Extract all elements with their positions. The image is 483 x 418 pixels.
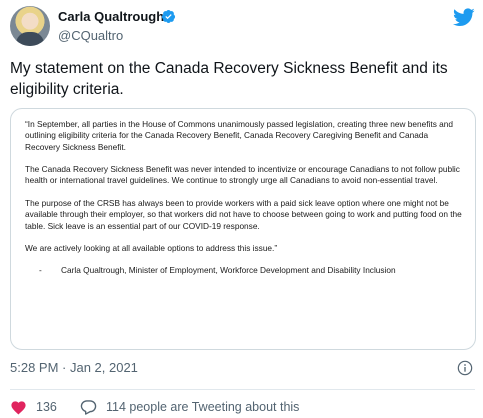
author-name[interactable]: Carla Qualtrough: [58, 9, 164, 24]
avatar-shirt: [16, 32, 44, 46]
like-count[interactable]: 136: [36, 400, 57, 414]
verified-icon: [161, 9, 176, 24]
statement-document: “In September, all parties in the House …: [25, 119, 465, 276]
reply-discussion-link[interactable]: 114 people are Tweeting about this: [106, 400, 299, 414]
tweet-timestamp[interactable]: 5:28 PM · Jan 2, 2021: [10, 360, 138, 375]
twitter-bird-icon[interactable]: [453, 8, 475, 27]
avatar[interactable]: [10, 6, 50, 46]
author-handle[interactable]: @CQualtro: [58, 28, 123, 43]
divider: [10, 389, 475, 390]
signature-dash: -: [39, 264, 42, 275]
reply-bubble-icon[interactable]: [80, 399, 97, 415]
tweet-actions: 136 114 people are Tweeting about this: [10, 398, 475, 416]
statement-paragraph: We are actively looking at all available…: [25, 243, 278, 254]
statement-image[interactable]: “In September, all parties in the House …: [10, 108, 476, 350]
statement-paragraph: “In September, all parties in the House …: [25, 119, 453, 152]
statement-paragraph: The Canada Recovery Sickness Benefit was…: [25, 164, 460, 186]
tweet-header: Carla Qualtrough @CQualtro: [10, 6, 475, 46]
statement-paragraph: The purpose of the CRSB has always been …: [25, 198, 462, 231]
signature-text: Carla Qualtrough, Minister of Employment…: [61, 264, 396, 275]
statement-signature: - Carla Qualtrough, Minister of Employme…: [25, 265, 465, 276]
info-icon[interactable]: [457, 360, 473, 376]
heart-icon[interactable]: [10, 399, 27, 415]
tweet-text: My statement on the Canada Recovery Sick…: [10, 60, 448, 98]
